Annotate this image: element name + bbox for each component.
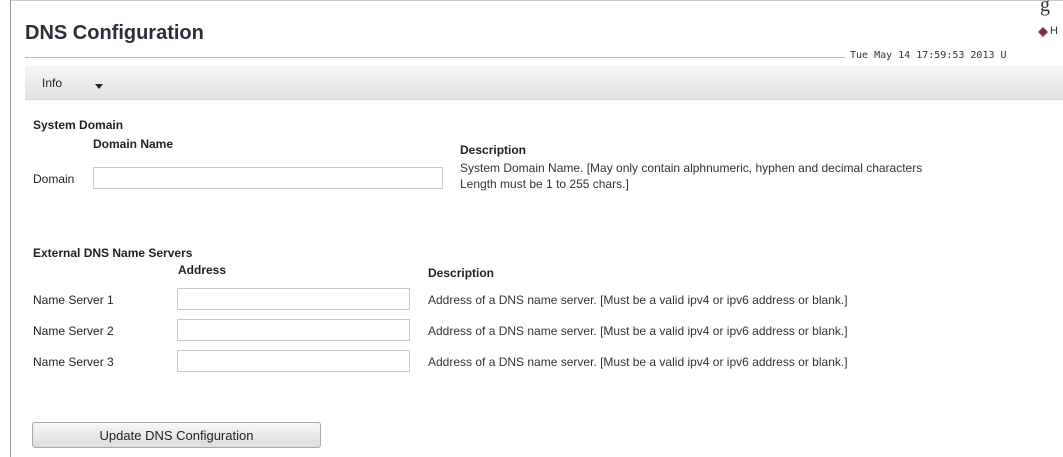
chevron-down-icon[interactable]: [95, 84, 103, 89]
name-server-2-label: Name Server 2: [33, 324, 114, 338]
domain-description: System Domain Name. [May only contain al…: [460, 160, 1060, 192]
name-server-2-input[interactable]: [177, 319, 410, 341]
dns-description-column-header: Description: [428, 266, 495, 280]
name-server-2-description: Address of a DNS name server. [Must be a…: [428, 324, 848, 338]
name-server-1-label: Name Server 1: [33, 293, 114, 307]
external-dns-section-title: External DNS Name Servers: [33, 246, 193, 260]
domain-input[interactable]: [93, 167, 443, 189]
header-divider: [25, 57, 845, 58]
timestamp: Tue May 14 17:59:53 2013 U: [850, 50, 1007, 61]
name-server-3-label: Name Server 3: [33, 355, 114, 369]
domain-description-line1: System Domain Name. [May only contain al…: [460, 161, 923, 175]
page-title: DNS Configuration: [25, 22, 204, 44]
name-server-3-description: Address of a DNS name server. [Must be a…: [428, 355, 848, 369]
update-dns-configuration-button[interactable]: Update DNS Configuration: [32, 422, 321, 448]
help-link[interactable]: H: [1050, 25, 1058, 37]
system-domain-section-title: System Domain: [33, 118, 124, 132]
help-book-icon[interactable]: [1036, 26, 1049, 39]
name-server-1-description: Address of a DNS name server. [Must be a…: [428, 293, 848, 307]
name-server-1-input[interactable]: [177, 288, 410, 310]
domain-description-column-header: Description: [460, 143, 527, 157]
menu-info[interactable]: Info: [42, 76, 62, 90]
domain-field-label: Domain: [33, 172, 75, 186]
menu-bar: [25, 66, 1063, 100]
name-server-3-input[interactable]: [177, 350, 410, 372]
domain-name-column-header: Domain Name: [93, 137, 174, 151]
address-column-header: Address: [178, 263, 227, 277]
domain-description-line2: Length must be 1 to 255 chars.]: [460, 177, 629, 191]
corner-text-fragment: g: [1040, 0, 1050, 16]
